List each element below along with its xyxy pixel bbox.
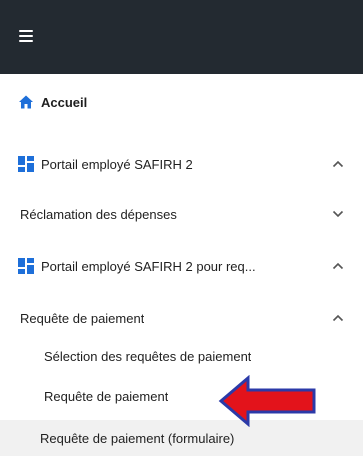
hamburger-menu-icon[interactable] <box>19 30 33 42</box>
menu-item-portal-safirh2-requests-label: Portail employé SAFIRH 2 pour req... <box>41 258 256 274</box>
menu-item-portal-safirh2-requests[interactable]: Portail employé SAFIRH 2 pour req... <box>0 248 363 284</box>
menu-item-portal-safirh2[interactable]: Portail employé SAFIRH 2 <box>0 146 363 182</box>
chevron-up-icon[interactable] <box>332 314 344 322</box>
menu-item-portal-safirh2-label: Portail employé SAFIRH 2 <box>41 156 193 172</box>
menu-item-expense-claims-label: Réclamation des dépenses <box>20 206 177 222</box>
submenu-item-label: Requête de paiement <box>44 388 169 404</box>
submenu-item-label: Requête de paiement (formulaire) <box>40 430 235 446</box>
menu-item-payment-request-group[interactable]: Requête de paiement <box>0 300 363 336</box>
menu-item-expense-claims[interactable]: Réclamation des dépenses <box>0 196 363 232</box>
top-app-bar <box>0 0 363 74</box>
annotation-arrow-icon <box>218 375 316 427</box>
menu-item-payment-request-group-label: Requête de paiement <box>20 310 145 326</box>
submenu-item-payment-request-selection[interactable]: Sélection des requêtes de paiement <box>0 338 363 374</box>
dashboard-icon <box>18 156 34 172</box>
chevron-down-icon[interactable] <box>332 210 344 218</box>
dashboard-icon <box>18 258 34 274</box>
chevron-up-icon[interactable] <box>332 160 344 168</box>
submenu-item-label: Sélection des requêtes de paiement <box>44 348 252 364</box>
home-icon <box>19 95 33 109</box>
menu-item-home-label: Accueil <box>41 94 88 110</box>
chevron-up-icon[interactable] <box>332 262 344 270</box>
menu-item-home[interactable]: Accueil <box>0 84 363 120</box>
